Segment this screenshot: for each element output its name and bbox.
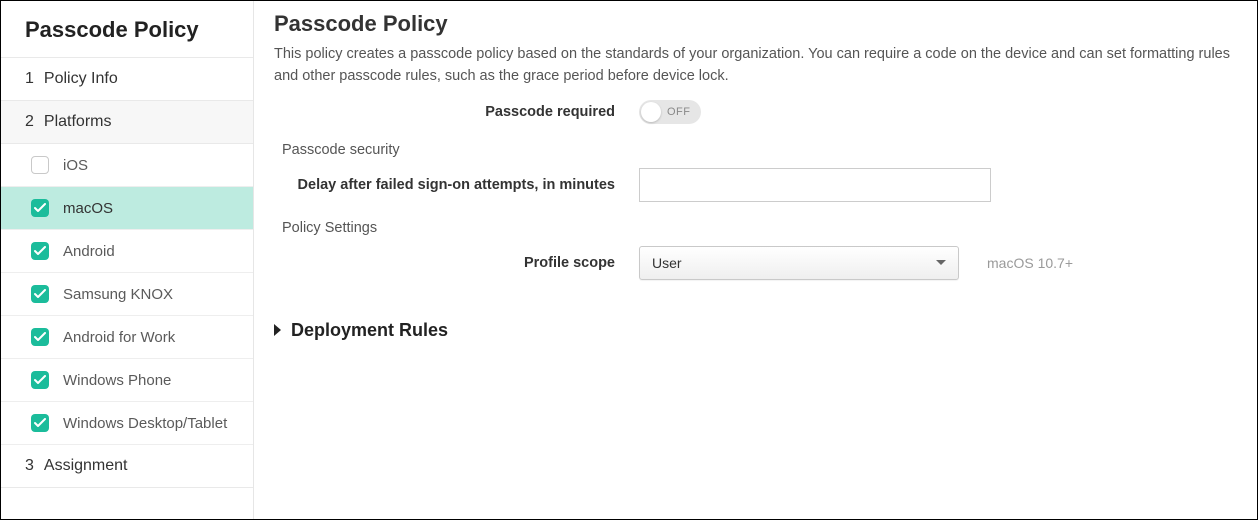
deployment-rules-label: Deployment Rules: [291, 320, 448, 341]
platform-label: Android: [63, 243, 115, 260]
section-passcode-security: Passcode security: [282, 142, 1237, 158]
sidebar-title: Passcode Policy: [1, 1, 253, 58]
profile-scope-hint: macOS 10.7+: [987, 255, 1073, 271]
platform-label: Samsung KNOX: [63, 286, 173, 303]
row-profile-scope: Profile scope User macOS 10.7+: [274, 246, 1237, 280]
delay-label: Delay after failed sign-on attempts, in …: [274, 177, 639, 193]
platform-label: iOS: [63, 157, 88, 174]
sidebar: Passcode Policy 1 Policy Info 2 Platform…: [1, 1, 254, 519]
platform-android[interactable]: Android: [1, 230, 253, 273]
step-label: Platforms: [44, 113, 112, 131]
step-number: 2: [25, 113, 34, 131]
checkbox-checked-icon[interactable]: [31, 285, 49, 303]
step-number: 1: [25, 70, 34, 88]
main-panel: Passcode Policy This policy creates a pa…: [254, 1, 1257, 519]
checkbox-checked-icon[interactable]: [31, 371, 49, 389]
profile-scope-value: User: [652, 255, 682, 271]
profile-scope-select[interactable]: User: [639, 246, 959, 280]
platform-macos[interactable]: macOS: [1, 187, 253, 230]
platform-label: Windows Desktop/Tablet: [63, 415, 227, 432]
page-description: This policy creates a passcode policy ba…: [274, 43, 1234, 88]
chevron-down-icon: [936, 260, 946, 265]
checkbox-checked-icon[interactable]: [31, 328, 49, 346]
platform-ios[interactable]: iOS: [1, 144, 253, 187]
platform-label: Windows Phone: [63, 372, 171, 389]
deployment-rules-toggle[interactable]: Deployment Rules: [274, 320, 1237, 341]
step-label: Policy Info: [44, 70, 118, 88]
platform-windows-phone[interactable]: Windows Phone: [1, 359, 253, 402]
delay-input[interactable]: [639, 168, 991, 202]
passcode-required-toggle[interactable]: OFF: [639, 100, 701, 124]
checkbox-checked-icon[interactable]: [31, 242, 49, 260]
section-policy-settings: Policy Settings: [282, 220, 1237, 236]
platform-label: macOS: [63, 200, 113, 217]
step-number: 3: [25, 457, 34, 475]
row-passcode-required: Passcode required OFF: [274, 100, 1237, 124]
platform-label: Android for Work: [63, 329, 175, 346]
step-policy-info[interactable]: 1 Policy Info: [1, 58, 253, 101]
platform-windows-desktop-tablet[interactable]: Windows Desktop/Tablet: [1, 402, 253, 445]
toggle-knob-icon: [641, 102, 661, 122]
row-delay: Delay after failed sign-on attempts, in …: [274, 168, 1237, 202]
step-assignment[interactable]: 3 Assignment: [1, 445, 253, 488]
step-label: Assignment: [44, 457, 128, 475]
platform-samsung-knox[interactable]: Samsung KNOX: [1, 273, 253, 316]
checkbox-unchecked-icon[interactable]: [31, 156, 49, 174]
passcode-required-label: Passcode required: [274, 104, 639, 120]
profile-scope-label: Profile scope: [274, 255, 639, 271]
platform-android-for-work[interactable]: Android for Work: [1, 316, 253, 359]
app-window: Passcode Policy 1 Policy Info 2 Platform…: [0, 0, 1258, 520]
checkbox-checked-icon[interactable]: [31, 199, 49, 217]
checkbox-checked-icon[interactable]: [31, 414, 49, 432]
caret-right-icon: [274, 324, 281, 336]
step-platforms[interactable]: 2 Platforms: [1, 101, 253, 144]
toggle-off-label: OFF: [667, 106, 691, 118]
page-title: Passcode Policy: [274, 11, 1237, 37]
